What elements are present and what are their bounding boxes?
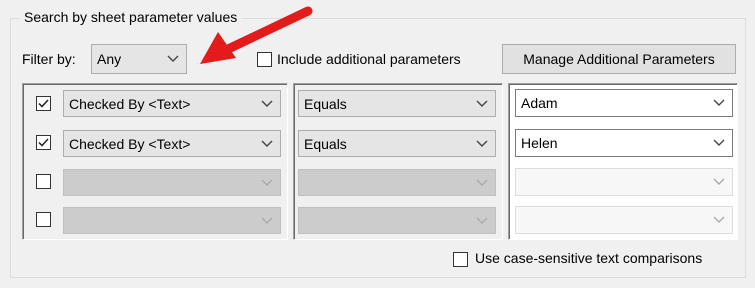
row-4-parameter-dropdown[interactable]	[63, 207, 281, 234]
filter-by-dropdown[interactable]: Any	[91, 44, 187, 74]
row-1-parameter-value: Checked By <Text>	[69, 95, 191, 112]
chevron-down-icon	[261, 100, 273, 107]
chevron-down-icon	[476, 217, 488, 224]
row-2-operator-dropdown[interactable]: Equals	[298, 130, 496, 157]
chevron-down-icon	[167, 55, 179, 62]
row-2-parameter-dropdown[interactable]: Checked By <Text>	[63, 130, 281, 157]
row-1-parameter-dropdown[interactable]: Checked By <Text>	[63, 90, 281, 117]
row-3-operator-dropdown[interactable]	[298, 169, 496, 196]
chevron-down-icon	[713, 99, 725, 106]
row-1-operator-dropdown[interactable]: Equals	[298, 90, 496, 117]
filter-by-label: Filter by:	[22, 51, 76, 67]
chevron-down-icon	[261, 217, 273, 224]
case-sensitive-checkbox[interactable]	[453, 252, 468, 267]
row-1-checkbox[interactable]	[36, 96, 51, 111]
include-additional-label: Include additional parameters	[277, 51, 461, 67]
manage-additional-parameters-button[interactable]: Manage Additional Parameters	[502, 44, 736, 74]
row-4-checkbox[interactable]	[36, 212, 51, 227]
chevron-down-icon	[261, 140, 273, 147]
chevron-down-icon	[476, 100, 488, 107]
row-2-parameter-value: Checked By <Text>	[69, 135, 191, 152]
chevron-down-icon	[261, 179, 273, 186]
row-1-value-text: Adam	[521, 95, 558, 111]
row-3-value-combobox[interactable]	[515, 168, 733, 196]
include-additional-checkbox[interactable]	[257, 52, 272, 67]
row-2-value-combobox[interactable]: Helen	[515, 129, 733, 157]
row-2-checkbox[interactable]	[36, 135, 51, 150]
filter-by-value: Any	[97, 51, 122, 67]
row-3-checkbox[interactable]	[36, 174, 51, 189]
row-4-operator-dropdown[interactable]	[298, 207, 496, 234]
chevron-down-icon	[476, 140, 488, 147]
chevron-down-icon	[476, 179, 488, 186]
row-4-value-combobox[interactable]	[515, 206, 733, 234]
case-sensitive-label: Use case-sensitive text comparisons	[475, 250, 703, 266]
row-2-operator-value: Equals	[304, 135, 347, 152]
chevron-down-icon	[713, 178, 725, 185]
checkmark-icon	[38, 138, 49, 147]
row-1-operator-value: Equals	[304, 95, 347, 112]
row-2-value-text: Helen	[521, 135, 558, 151]
row-1-value-combobox[interactable]: Adam	[515, 89, 733, 117]
row-3-parameter-dropdown[interactable]	[63, 169, 281, 196]
chevron-down-icon	[713, 139, 725, 146]
checkmark-icon	[38, 99, 49, 108]
chevron-down-icon	[713, 216, 725, 223]
